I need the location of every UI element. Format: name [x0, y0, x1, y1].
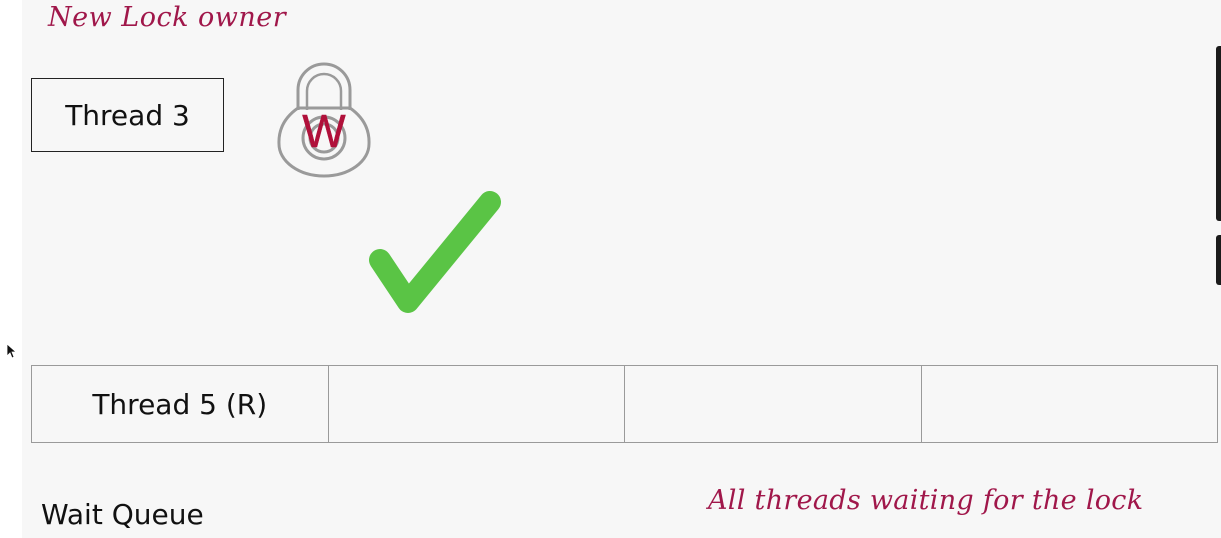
queue-slot: Thread 5 (R) [32, 366, 329, 442]
new-owner-note: New Lock owner [48, 2, 287, 33]
wait-queue-label: Wait Queue [41, 498, 204, 531]
lock-label: W [302, 105, 346, 157]
queue-slot [625, 366, 922, 442]
checkmark-icon [369, 191, 501, 313]
left-margin-strip [0, 0, 22, 538]
mouse-pointer-icon [6, 343, 16, 359]
queue-slot [922, 366, 1218, 442]
queue-slot [329, 366, 625, 442]
wait-queue-note: All threads waiting for the lock [708, 485, 1144, 516]
right-edge-bar [1216, 46, 1221, 221]
lock-icon: W [277, 62, 371, 178]
wait-queue: Thread 5 (R) [31, 365, 1218, 443]
right-edge-bar-secondary [1216, 235, 1221, 285]
owner-thread-box: Thread 3 [31, 78, 224, 152]
